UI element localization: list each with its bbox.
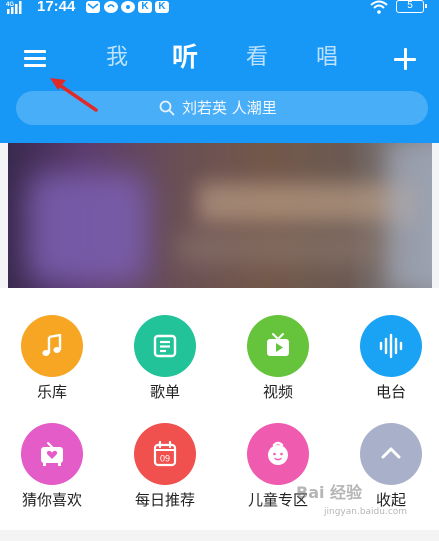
search-icon (159, 100, 175, 116)
grid-item-music-library[interactable]: 乐库 (6, 315, 96, 415)
kugou-notification-icon: K (138, 1, 152, 13)
playlist-icon (134, 315, 196, 377)
grid-label: 每日推荐 (134, 491, 195, 509)
annotation-arrow-icon (50, 78, 98, 112)
tab-me[interactable]: 我 (101, 42, 133, 74)
app-notification-icon (121, 1, 135, 13)
tab-listen[interactable]: 听 (169, 42, 201, 74)
app-notification-icon (104, 1, 118, 13)
svg-text:09: 09 (160, 454, 170, 464)
tv-play-icon (247, 315, 309, 377)
tab-watch[interactable]: 看 (241, 42, 273, 74)
menu-button[interactable] (24, 48, 46, 68)
add-button[interactable] (394, 48, 416, 70)
grid-label: 乐库 (36, 383, 67, 401)
tab-sing[interactable]: 唱 (311, 42, 343, 74)
grid-item-collapse[interactable]: 收起 (345, 423, 435, 523)
radio-heart-icon (21, 423, 83, 485)
chevron-up-icon (360, 423, 422, 485)
grid-label: 歌单 (149, 383, 180, 401)
grid-label: 收起 (375, 491, 406, 509)
grid-item-radio[interactable]: 电台 (345, 315, 435, 415)
music-note-icon (21, 315, 83, 377)
grid-label: 视频 (262, 383, 293, 401)
grid-item-guess-you-like[interactable]: 猜你喜欢 (6, 423, 96, 523)
grid-label: 电台 (375, 383, 406, 401)
grid-item-video[interactable]: 视频 (232, 315, 322, 415)
kugou-notification-icon: K (155, 1, 169, 13)
grid-item-daily-recommend[interactable]: 09 每日推荐 (119, 423, 209, 523)
grid-item-playlist[interactable]: 歌单 (119, 315, 209, 415)
soundwave-icon (360, 315, 422, 377)
signal-icon: 4G (6, 1, 22, 14)
grid-label: 猜你喜欢 (21, 491, 82, 509)
app-header: 4G 17:44 K K 5 我 听 看 唱 刘若英 人潮里 (0, 0, 439, 143)
grid-label: 儿童专区 (247, 491, 308, 509)
grid-item-kids-zone[interactable]: 儿童专区 (232, 423, 322, 523)
search-placeholder: 刘若英 人潮里 (182, 99, 277, 117)
battery-indicator: 5 (396, 0, 427, 13)
bottom-divider (0, 530, 439, 541)
status-bar: 4G 17:44 K K 5 (0, 0, 439, 16)
mail-notification-icon (86, 1, 100, 13)
child-face-icon (247, 423, 309, 485)
calendar-icon: 09 (134, 423, 196, 485)
promo-banner[interactable] (8, 143, 432, 288)
wifi-icon (370, 0, 388, 14)
status-time: 17:44 (37, 0, 76, 15)
banner-area (0, 143, 439, 288)
